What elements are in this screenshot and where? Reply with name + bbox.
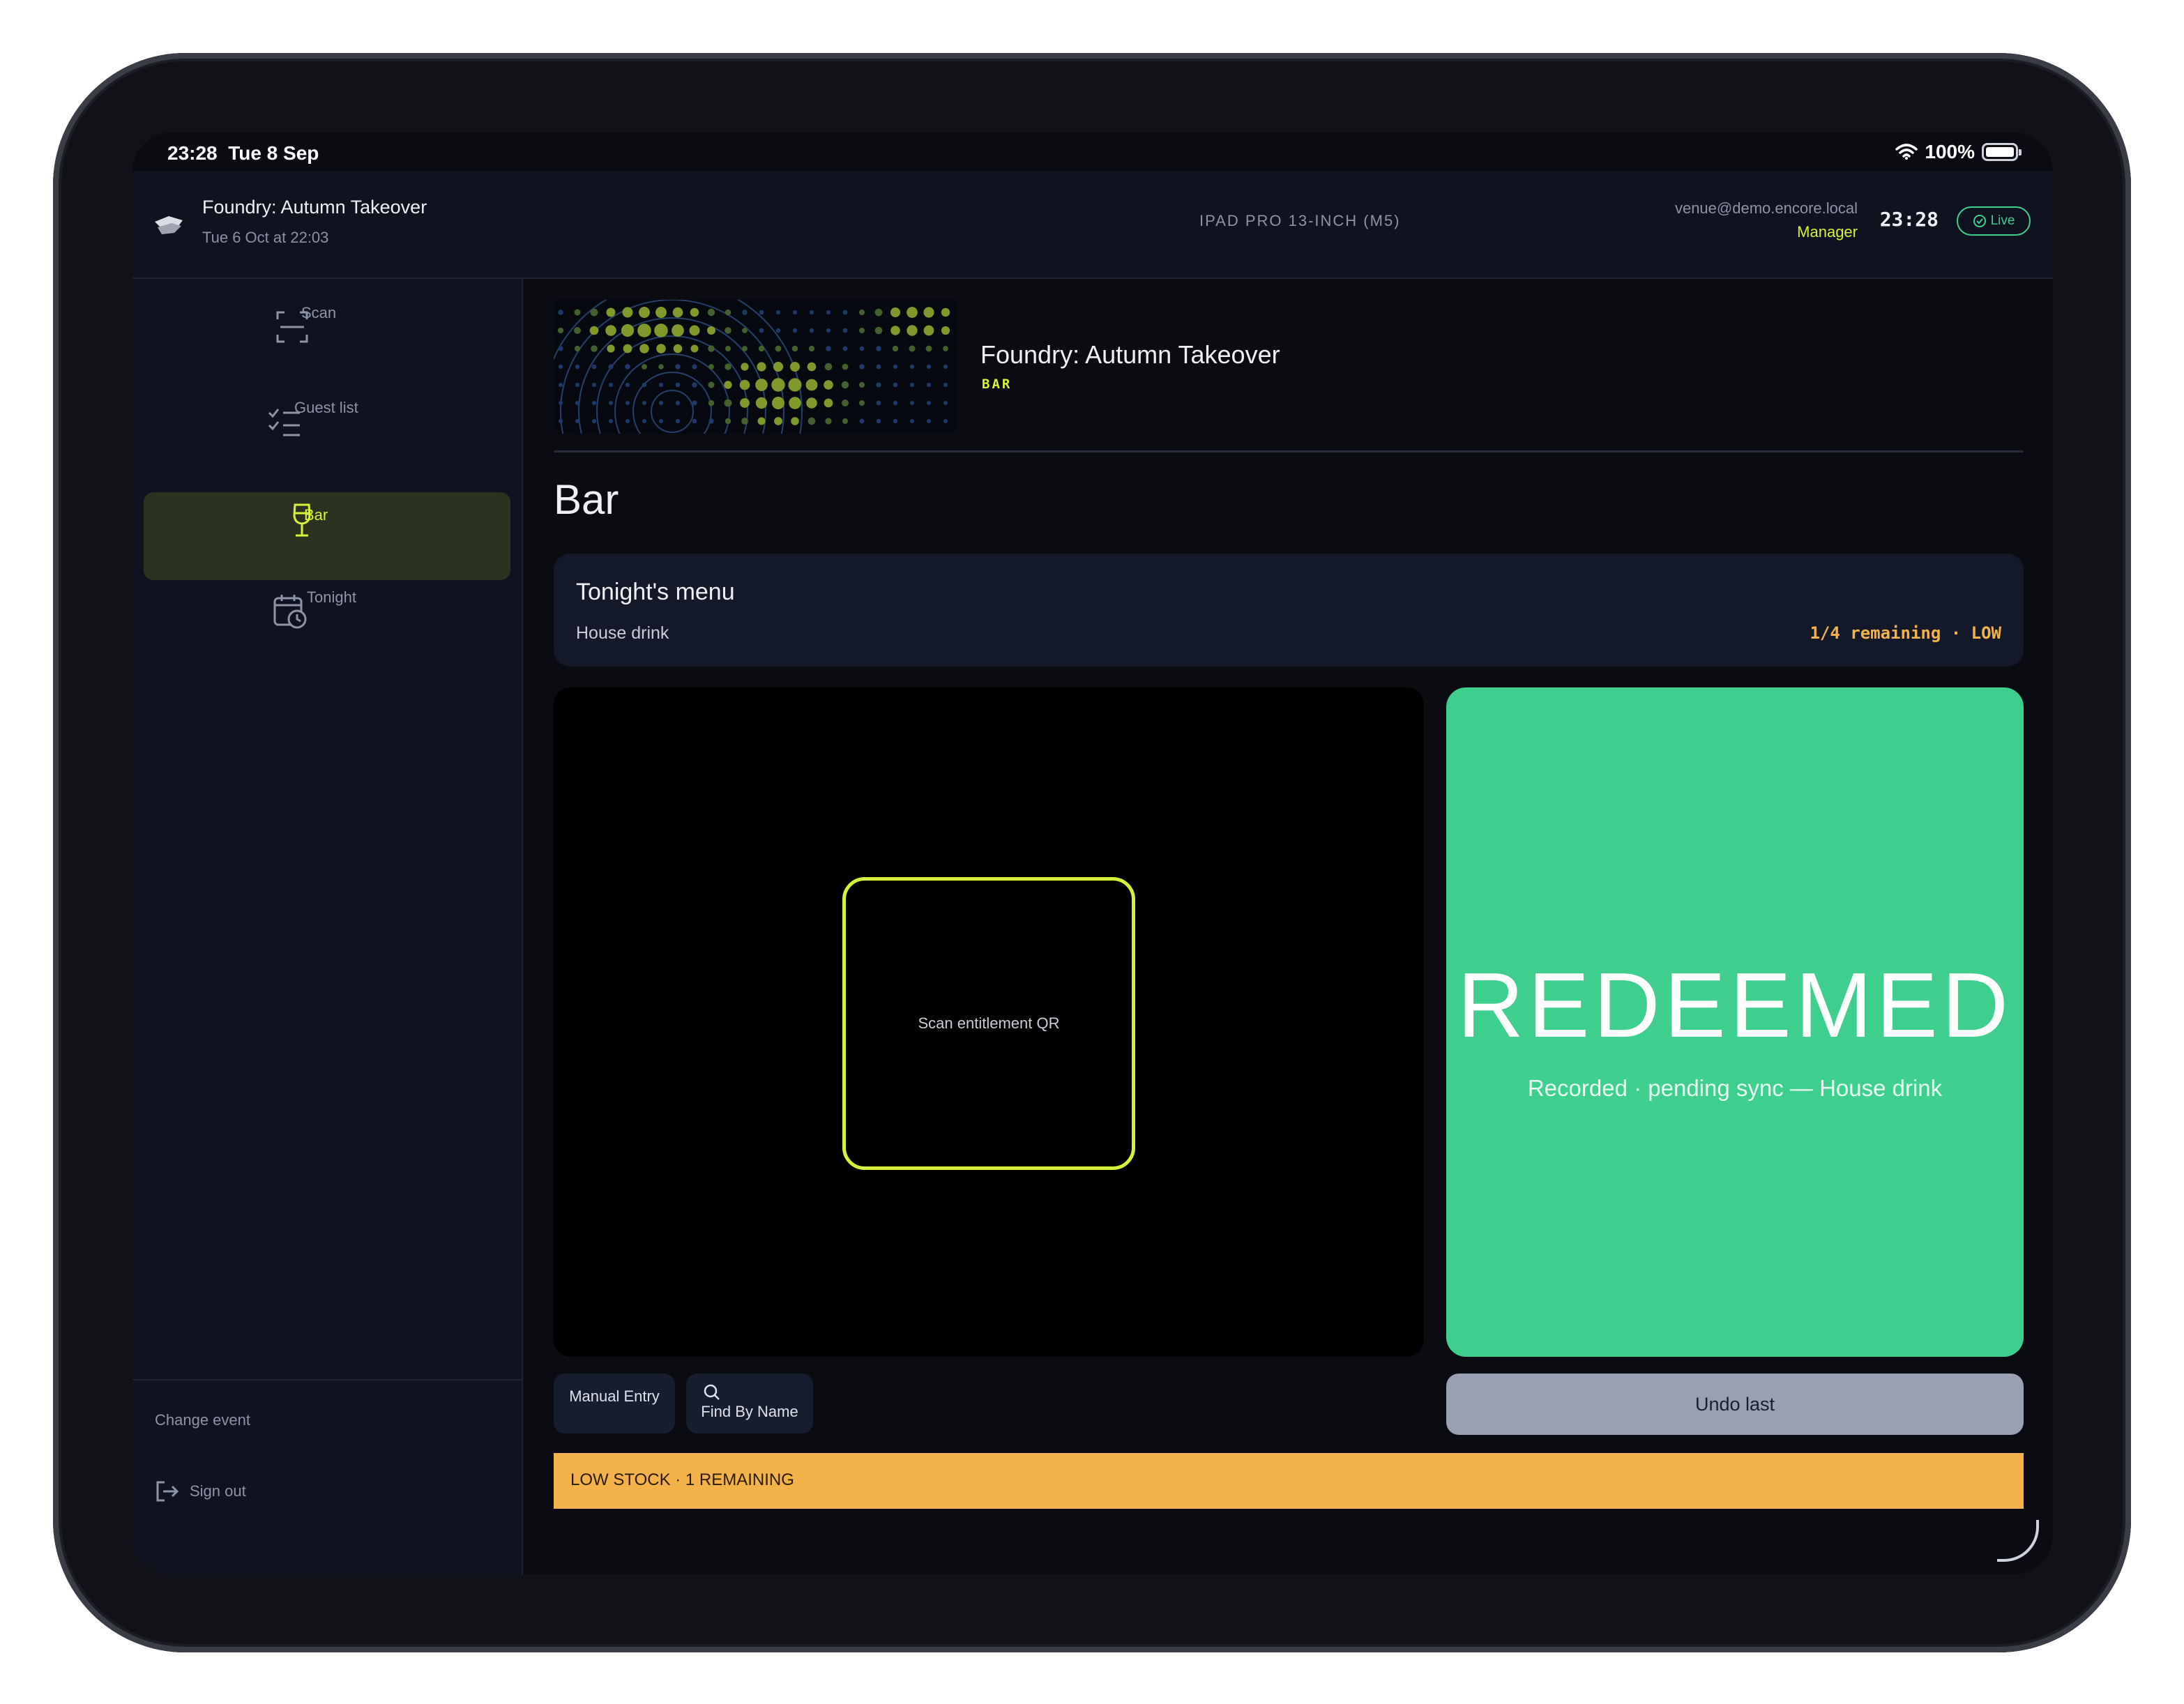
search-icon bbox=[704, 1384, 720, 1400]
hero-event-title: Foundry: Autumn Takeover bbox=[980, 340, 1280, 369]
page-title: Bar bbox=[554, 476, 619, 523]
event-title[interactable]: Foundry: Autumn Takeover bbox=[202, 197, 427, 218]
status-time: 23:28 Tue 8 Sep bbox=[167, 142, 319, 164]
find-by-name-label: Find By Name bbox=[701, 1403, 798, 1420]
result-subtitle: Recorded · pending sync — House drink bbox=[1527, 1075, 1943, 1101]
battery-percent: 100% bbox=[1925, 141, 1975, 162]
scan-instruction: Scan entitlement QR bbox=[918, 1014, 1060, 1032]
menu-title: Tonight's menu bbox=[576, 579, 735, 605]
sidebar-item-label: Guest list bbox=[294, 399, 358, 416]
scan-target-frame: Scan entitlement QR bbox=[842, 877, 1135, 1170]
wifi-icon bbox=[1895, 144, 1918, 160]
menu-card: Tonight's menu House drink 1/4 remaining… bbox=[554, 554, 2024, 667]
sidebar: Scan Guest list Bar Tonight Change event… bbox=[132, 279, 523, 1574]
app-logo-icon bbox=[155, 216, 183, 234]
manual-entry-label: Manual Entry bbox=[569, 1387, 660, 1405]
manual-entry-button[interactable]: Manual Entry bbox=[554, 1374, 675, 1433]
calendar-clock-icon bbox=[273, 595, 307, 629]
find-by-name-button[interactable]: Find By Name bbox=[686, 1374, 813, 1433]
undo-label: Undo last bbox=[1694, 1393, 1775, 1415]
battery-icon bbox=[1982, 143, 2022, 161]
sidebar-item-label: Tonight bbox=[307, 588, 356, 606]
menu-item-name: House drink bbox=[576, 623, 669, 643]
check-circle-icon bbox=[1973, 215, 1986, 227]
sign-out-label: Sign out bbox=[190, 1482, 246, 1500]
change-event-label: Change event bbox=[155, 1411, 250, 1429]
change-event-link[interactable]: Change event bbox=[155, 1411, 250, 1429]
sign-out-button[interactable]: Sign out bbox=[155, 1479, 246, 1503]
sidebar-item-label: Scan bbox=[301, 304, 337, 321]
sidebar-item-guest-list[interactable]: Guest list bbox=[144, 374, 510, 462]
hero-divider bbox=[554, 450, 2024, 452]
hero-tag: BAR bbox=[982, 376, 1013, 392]
user-role: Manager bbox=[1797, 223, 1858, 241]
camera-viewfinder[interactable]: Scan entitlement QR bbox=[554, 687, 1424, 1357]
sidebar-item-label: Bar bbox=[304, 506, 328, 524]
redemption-result-panel: REDEEMED Recorded · pending sync — House… bbox=[1446, 687, 2024, 1357]
topbar-clock: 23:28 bbox=[1879, 208, 1939, 231]
top-bar: Foundry: Autumn Takeover Tue 6 Oct at 22… bbox=[132, 172, 2053, 279]
sidebar-divider bbox=[132, 1379, 523, 1380]
status-right: 100% bbox=[1895, 141, 2022, 163]
sidebar-item-scan[interactable]: Scan bbox=[144, 279, 510, 367]
undo-last-button[interactable]: Undo last bbox=[1446, 1374, 2024, 1435]
event-artwork-graphic bbox=[554, 300, 950, 434]
low-stock-alert: LOW STOCK · 1 REMAINING bbox=[554, 1453, 2024, 1509]
result-title: REDEEMED bbox=[1457, 954, 2013, 1056]
stock-indicator: 1/4 remaining · LOW bbox=[1810, 623, 2001, 643]
sidebar-item-tonight[interactable]: Tonight bbox=[144, 563, 510, 651]
event-datetime: Tue 6 Oct at 22:03 bbox=[202, 229, 329, 246]
app-screen: 23:28 Tue 8 Sep 100% Foundry: Autumn Tak… bbox=[132, 132, 2053, 1574]
status-bar: 23:28 Tue 8 Sep 100% bbox=[132, 132, 2053, 172]
event-artwork bbox=[554, 300, 958, 434]
sign-out-icon bbox=[156, 1481, 179, 1502]
live-badge: Live bbox=[1957, 206, 2031, 236]
alert-text: LOW STOCK · 1 REMAINING bbox=[570, 1470, 794, 1489]
live-label: Live bbox=[1990, 213, 2015, 228]
user-email: venue@demo.encore.local bbox=[1674, 199, 1858, 217]
main-content: Foundry: Autumn Takeover BAR Bar Tonight… bbox=[524, 279, 2053, 1574]
device-label: IPAD PRO 13-INCH (M5) bbox=[1199, 212, 1401, 229]
